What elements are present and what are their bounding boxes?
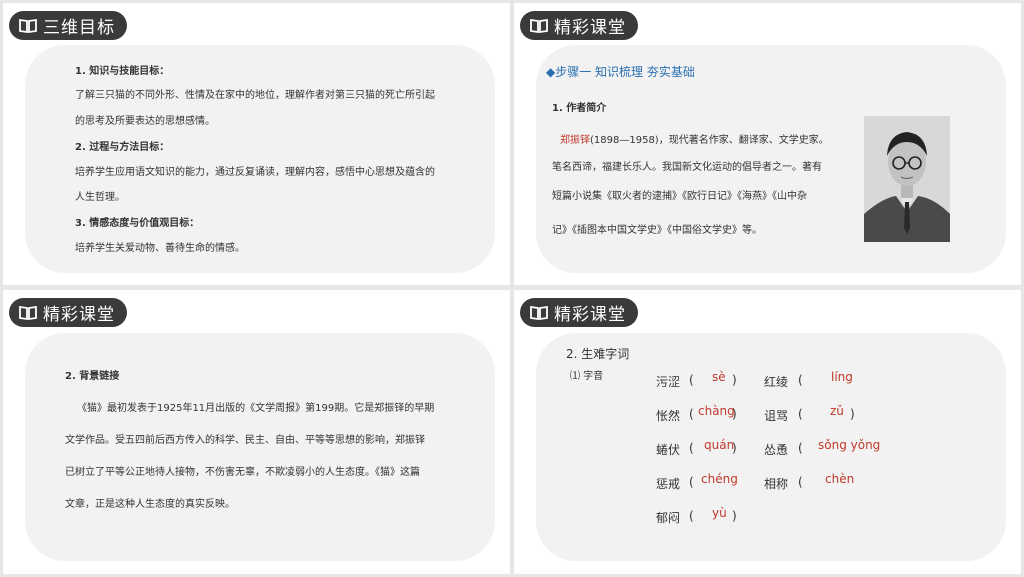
paren-open: ( (689, 407, 694, 421)
objective-heading: 2. 过程与方法目标： (75, 142, 170, 153)
vocab-pinyin: sè (712, 370, 726, 384)
objective-text: 培养学生关爱动物、善待生命的情感。 (75, 243, 245, 254)
vocab-pinyin: quán (704, 438, 735, 452)
vocab-pinyin: sǒng yǒng (818, 438, 881, 452)
section-tag: 三维目标 (9, 11, 127, 40)
section-tag-label: 三维目标 (43, 18, 115, 38)
content-card: 2. 生难字词 ⑴ 字音 污涩 ( sè ) 红绫 ( líng 怅然 ( ch… (536, 333, 1006, 561)
vocab-word: 怂恿 (764, 443, 789, 457)
paren-open: ( (689, 441, 694, 455)
paren-close: ) (732, 509, 737, 523)
step-title: ◆步骤一 知识梳理 夯实基础 (546, 65, 695, 79)
author-text: 笔名西谛，福建长乐人。我国新文化运动的倡导者之一。著有 (552, 162, 822, 173)
paren-open: ( (689, 475, 694, 489)
section-tag: 精彩课堂 (520, 11, 638, 40)
background-panel: 精彩课堂 2. 背景链接 《猫》最初发表于1925年11月出版的《文学周报》第1… (3, 290, 510, 574)
paren-open: ( (798, 373, 803, 387)
paren-open: ( (689, 373, 694, 387)
vocab-word: 郁闷 (656, 511, 681, 525)
background-heading: 2. 背景链接 (65, 371, 120, 382)
vocab-word: 诅骂 (764, 409, 789, 423)
author-panel: 精彩课堂 ◆步骤一 知识梳理 夯实基础 1. 作者简介 郑振铎(1898—195… (514, 3, 1021, 285)
author-heading: 1. 作者简介 (552, 103, 607, 114)
paren-close: ) (732, 373, 737, 387)
paren-close: ) (732, 441, 737, 455)
section-tag-label: 精彩课堂 (554, 18, 626, 38)
objective-text: 培养学生应用语文知识的能力，通过反复诵读，理解内容，感悟中心思想及蕴含的 (75, 167, 435, 178)
vocab-pinyin: yù (712, 506, 727, 520)
vocab-word: 相称 (764, 477, 789, 491)
book-icon (19, 305, 37, 320)
vocab-subheading: ⑴ 字音 (570, 371, 604, 382)
objective-text: 了解三只猫的不同外形、性情及在家中的地位，理解作者对第三只猫的死亡所引起 (75, 90, 435, 101)
vocab-pinyin: chàng (698, 404, 735, 418)
vocab-word: 红绫 (764, 375, 789, 389)
book-icon (530, 18, 548, 33)
objective-text: 人生哲理。 (75, 192, 125, 203)
background-text: 文章，正是这种人生态度的真实反映。 (65, 499, 235, 510)
vocab-pinyin: zǔ (830, 404, 844, 418)
paren-close: ) (732, 407, 737, 421)
vocab-word: 蜷伏 (656, 443, 681, 457)
background-text: 《猫》最初发表于1925年11月出版的《文学周报》第199期。它是郑振铎的早期 (77, 403, 435, 414)
objectives-panel: 三维目标 1. 知识与技能目标： 了解三只猫的不同外形、性情及在家中的地位，理解… (3, 3, 510, 285)
paren-open: ( (798, 441, 803, 455)
vocab-word: 污涩 (656, 375, 681, 389)
section-tag: 精彩课堂 (520, 298, 638, 327)
book-icon (530, 305, 548, 320)
section-tag: 精彩课堂 (9, 298, 127, 327)
background-text: 已树立了平等公正地待人接物，不伤害无辜，不欺凌弱小的人生态度。《猫》这篇 (65, 467, 420, 478)
content-card: 2. 背景链接 《猫》最初发表于1925年11月出版的《文学周报》第199期。它… (25, 333, 495, 561)
paren-open: ( (798, 475, 803, 489)
paren-close: ) (850, 407, 855, 421)
vocab-pinyin: chéng (701, 472, 738, 486)
section-tag-label: 精彩课堂 (43, 305, 115, 325)
vocabulary-panel: 精彩课堂 2. 生难字词 ⑴ 字音 污涩 ( sè ) 红绫 ( líng 怅然… (514, 290, 1021, 574)
vocab-word: 怅然 (656, 409, 681, 423)
vocab-pinyin: líng (831, 370, 853, 384)
author-portrait (864, 116, 950, 242)
author-name: 郑振铎 (560, 135, 590, 146)
vocab-word: 惩戒 (656, 477, 681, 491)
content-card: 1. 知识与技能目标： 了解三只猫的不同外形、性情及在家中的地位，理解作者对第三… (25, 45, 495, 273)
paren-open: ( (798, 407, 803, 421)
objective-heading: 1. 知识与技能目标： (75, 66, 170, 77)
author-intro-line: 郑振铎(1898—1958)，现代著名作家、翻译家、文学史家。 (560, 135, 829, 146)
section-tag-label: 精彩课堂 (554, 305, 626, 325)
author-text: 短篇小说集《取火者的逮捕》《欧行日记》《海燕》《山中杂 (552, 191, 807, 202)
book-icon (19, 18, 37, 33)
author-text: 记》《插图本中国文学史》《中国俗文学史》等。 (552, 225, 762, 236)
vocab-heading: 2. 生难字词 (566, 347, 630, 361)
paren-open: ( (689, 509, 694, 523)
vocab-pinyin: chèn (825, 472, 855, 486)
objective-text: 的思考及所要表达的思想感情。 (75, 116, 215, 127)
objective-heading: 3. 情感态度与价值观目标： (75, 218, 200, 229)
background-text: 文学作品。受五四前后西方传入的科学、民主、自由、平等等思想的影响，郑振铎 (65, 435, 425, 446)
